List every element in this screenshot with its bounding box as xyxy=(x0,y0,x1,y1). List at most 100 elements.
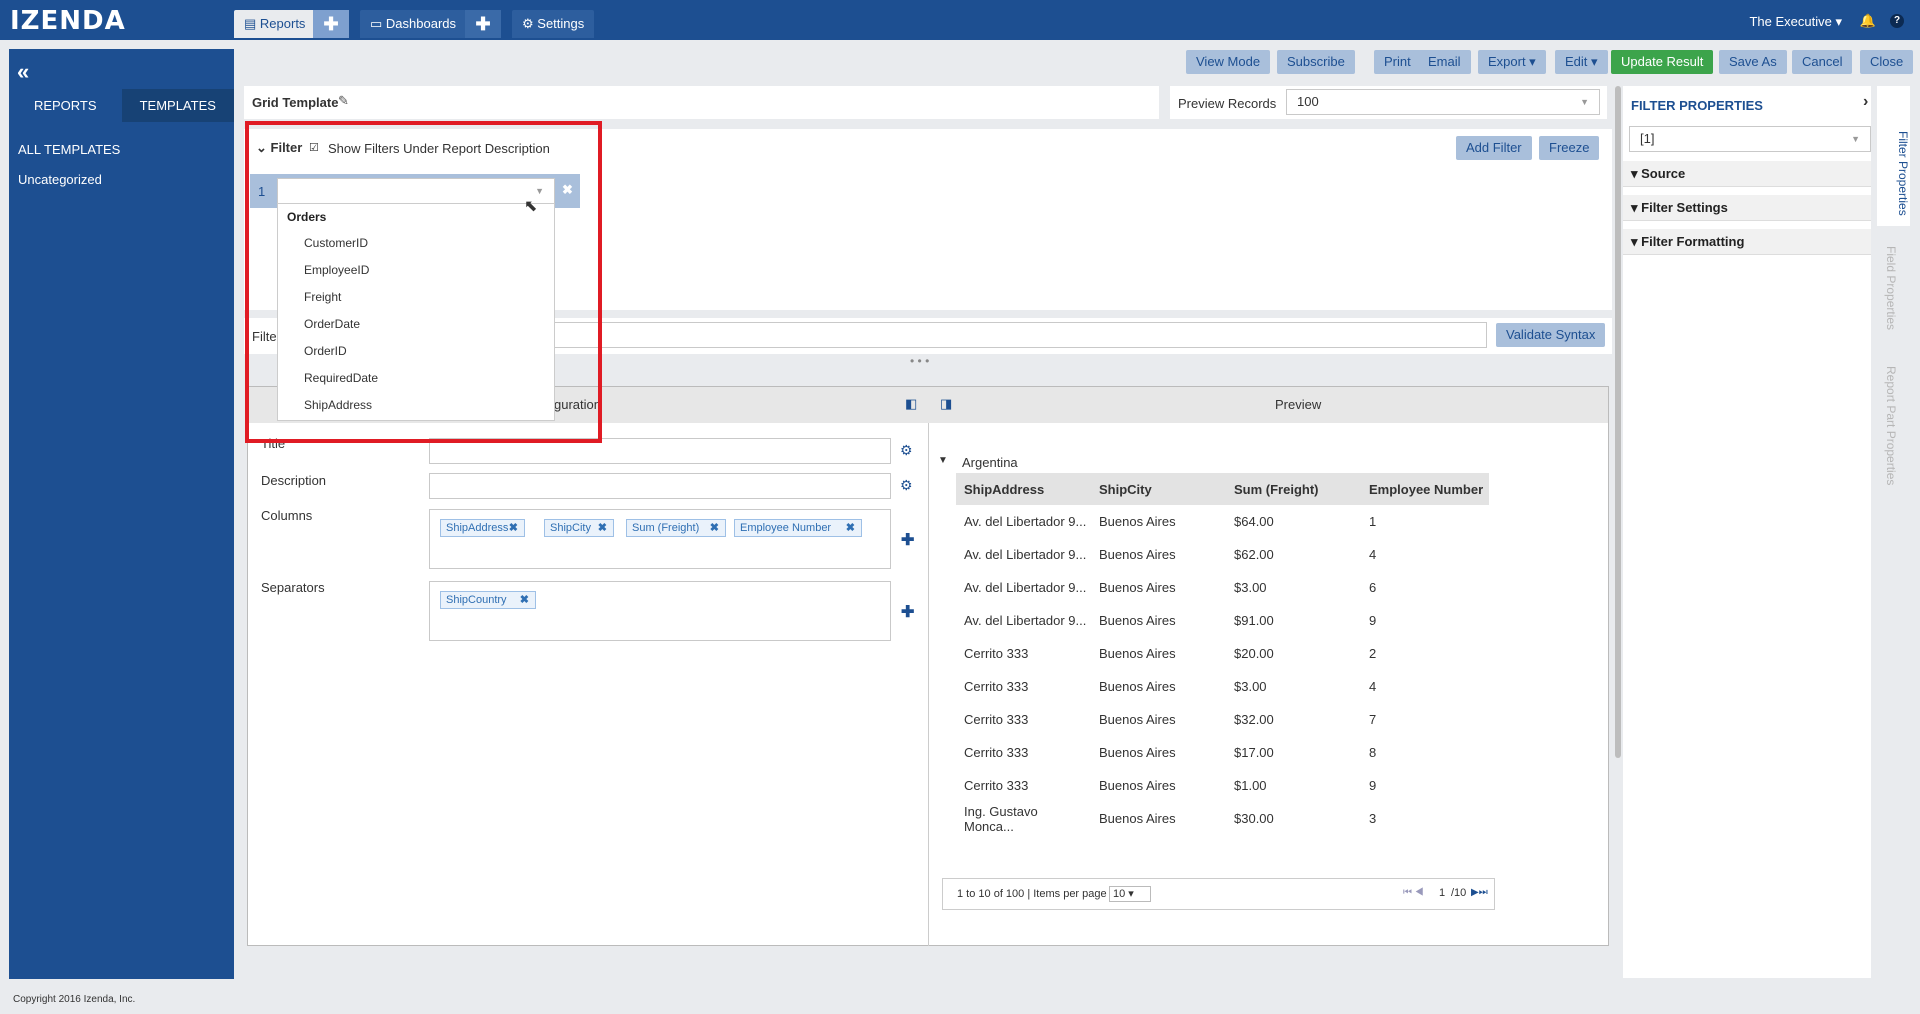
bell-icon[interactable]: 🔔 xyxy=(1860,13,1876,29)
tab-reports-list[interactable]: REPORTS xyxy=(9,89,122,122)
tab-reports[interactable]: ▤ Reports xyxy=(234,10,316,38)
table-cell: $20.00 xyxy=(1234,646,1274,661)
column-tag[interactable]: ShipCity ✖ xyxy=(544,519,614,537)
remove-icon[interactable]: ✖ xyxy=(598,520,607,536)
table-cell: Buenos Aires xyxy=(1099,811,1176,826)
column-tag[interactable]: Employee Number ✖ xyxy=(734,519,862,537)
dropdown-option[interactable]: Freight xyxy=(304,290,341,304)
show-filters-checkbox[interactable]: ☑ xyxy=(309,141,319,154)
layout-left-icon[interactable]: ◧ xyxy=(905,396,917,412)
table-row: Cerrito 333 Buenos Aires $20.00 2 xyxy=(956,637,1489,670)
tab-templates-list[interactable]: TEMPLATES xyxy=(121,89,234,122)
add-separator-icon[interactable]: ✚ xyxy=(901,602,914,622)
column-header[interactable]: Employee Number xyxy=(1361,473,1489,505)
items-per-page-select[interactable]: 10 ▾ xyxy=(1109,886,1151,902)
table-cell: 4 xyxy=(1369,679,1377,694)
column-tag[interactable]: Sum (Freight) ✖ xyxy=(626,519,726,537)
tab-settings[interactable]: ⚙ Settings xyxy=(512,10,595,38)
table-cell: $91.00 xyxy=(1234,613,1274,628)
column-header[interactable]: Sum (Freight) xyxy=(1226,473,1361,505)
add-dashboard-button[interactable]: ✚ xyxy=(465,10,501,38)
tab-report-part-properties[interactable]: Report Part Properties xyxy=(1884,366,1898,485)
table-cell: 8 xyxy=(1369,745,1377,760)
dropdown-option[interactable]: ShipAddress xyxy=(304,398,372,412)
print-button[interactable]: Print xyxy=(1374,50,1421,74)
field-dropdown: Orders CustomerID EmployeeID Freight Ord… xyxy=(277,203,555,421)
add-column-icon[interactable]: ✚ xyxy=(901,530,914,550)
add-filter-button[interactable]: Add Filter xyxy=(1456,136,1532,160)
remove-icon[interactable]: ✖ xyxy=(520,592,529,608)
izenda-logo[interactable]: IZENDA xyxy=(10,6,126,36)
preview-records-label: Preview Records xyxy=(1178,96,1277,111)
help-icon[interactable]: ? xyxy=(1890,14,1904,28)
table-cell: Buenos Aires xyxy=(1099,514,1176,529)
validate-syntax-button[interactable]: Validate Syntax xyxy=(1496,323,1606,347)
remove-icon[interactable]: ✖ xyxy=(846,520,855,536)
expand-group-icon[interactable]: ▼ xyxy=(938,455,948,466)
dropdown-option[interactable]: OrderID xyxy=(304,344,347,358)
save-as-button[interactable]: Save As xyxy=(1719,50,1787,74)
table-cell: Buenos Aires xyxy=(1099,679,1176,694)
tab-dashboards[interactable]: ▭ Dashboards xyxy=(360,10,467,38)
gear-icon[interactable]: ⚙ xyxy=(900,442,913,459)
remove-icon[interactable]: ✖ xyxy=(710,520,719,536)
all-templates-link[interactable]: ALL TEMPLATES xyxy=(18,142,120,157)
chevron-right-icon[interactable]: › xyxy=(1863,93,1868,111)
close-button[interactable]: Close xyxy=(1860,50,1914,74)
layout-right-icon[interactable]: ◨ xyxy=(940,396,952,412)
tab-field-properties[interactable]: Field Properties xyxy=(1884,246,1898,330)
filter-settings-section[interactable]: ▾ Filter Settings xyxy=(1623,195,1871,221)
items-per-page-value: 10 xyxy=(1113,888,1126,900)
table-cell: Ing. Gustavo Monca... xyxy=(964,803,1038,834)
description-input[interactable] xyxy=(429,473,891,499)
table-row: Cerrito 333 Buenos Aires $32.00 7 xyxy=(956,703,1489,736)
column-header[interactable]: ShipCity xyxy=(1091,473,1226,505)
dropdown-option[interactable]: CustomerID xyxy=(304,236,368,250)
dropdown-option[interactable]: OrderDate xyxy=(304,317,360,331)
filter-row-number: 1 xyxy=(258,184,266,199)
filter-select[interactable]: [1] ▼ xyxy=(1629,126,1871,152)
dropdown-option[interactable]: EmployeeID xyxy=(304,263,369,277)
filter-toggle[interactable]: ⌄ Filter xyxy=(256,140,302,156)
table-cell: Buenos Aires xyxy=(1099,745,1176,760)
remove-icon[interactable]: ✖ xyxy=(509,520,518,536)
source-section[interactable]: ▾ Source xyxy=(1623,161,1871,187)
columns-field[interactable]: ShipAddress ✖ ShipCity ✖ Sum (Freight) ✖ Em… xyxy=(429,509,891,569)
main-scrollbar[interactable] xyxy=(1615,86,1621,758)
freeze-button[interactable]: Freeze xyxy=(1539,136,1600,160)
table-row: Cerrito 333 Buenos Aires $17.00 8 xyxy=(956,736,1489,769)
table-row: Cerrito 333 Buenos Aires $3.00 4 xyxy=(956,670,1489,703)
separators-field[interactable]: ShipCountry ✖ xyxy=(429,581,891,641)
dropdown-option[interactable]: RequiredDate xyxy=(304,371,378,385)
filter-logic-input[interactable] xyxy=(554,322,1487,348)
table-cell: $32.00 xyxy=(1234,712,1274,727)
cancel-button[interactable]: Cancel xyxy=(1792,50,1853,74)
separator-tag[interactable]: ShipCountry ✖ xyxy=(440,591,536,609)
view-mode-button[interactable]: View Mode xyxy=(1186,50,1271,74)
update-result-button[interactable]: Update Result xyxy=(1611,50,1714,74)
subscribe-button[interactable]: Subscribe xyxy=(1277,50,1355,74)
first-page-icon[interactable]: ⏮ ◀ xyxy=(1403,887,1424,898)
next-page-icon[interactable]: ▶⏭ xyxy=(1471,887,1488,898)
pencil-icon[interactable]: ✎ xyxy=(338,93,349,109)
remove-filter-icon[interactable]: ✖ xyxy=(562,182,573,198)
report-title: Grid Template xyxy=(252,95,339,110)
gear-icon[interactable]: ⚙ xyxy=(900,477,913,494)
divider xyxy=(928,423,929,946)
edit-button[interactable]: Edit ▾ xyxy=(1555,50,1608,74)
column-tag[interactable]: ShipAddress ✖ xyxy=(440,519,525,537)
tab-filter-properties[interactable]: Filter Properties xyxy=(1877,86,1910,226)
email-button[interactable]: Email xyxy=(1418,50,1471,74)
column-header[interactable]: ShipAddress xyxy=(956,473,1091,505)
filter-formatting-section[interactable]: ▾ Filter Formatting xyxy=(1623,229,1871,255)
uncategorized-link[interactable]: Uncategorized xyxy=(18,172,102,187)
title-input[interactable] xyxy=(429,438,891,464)
filter-field-select[interactable]: ▼ xyxy=(277,178,555,204)
user-menu[interactable]: The Executive ▾ xyxy=(1749,14,1842,30)
pager: 1 to 10 of 100 | Items per page 10 ▾ ⏮ ◀… xyxy=(942,878,1495,910)
preview-records-select[interactable]: 100 ▼ xyxy=(1286,89,1600,115)
add-report-button[interactable]: ✚ xyxy=(313,10,349,38)
splitter-handle[interactable]: • • • xyxy=(910,354,929,368)
collapse-icon[interactable]: « xyxy=(17,59,29,85)
export-button[interactable]: Export ▾ xyxy=(1478,50,1546,74)
